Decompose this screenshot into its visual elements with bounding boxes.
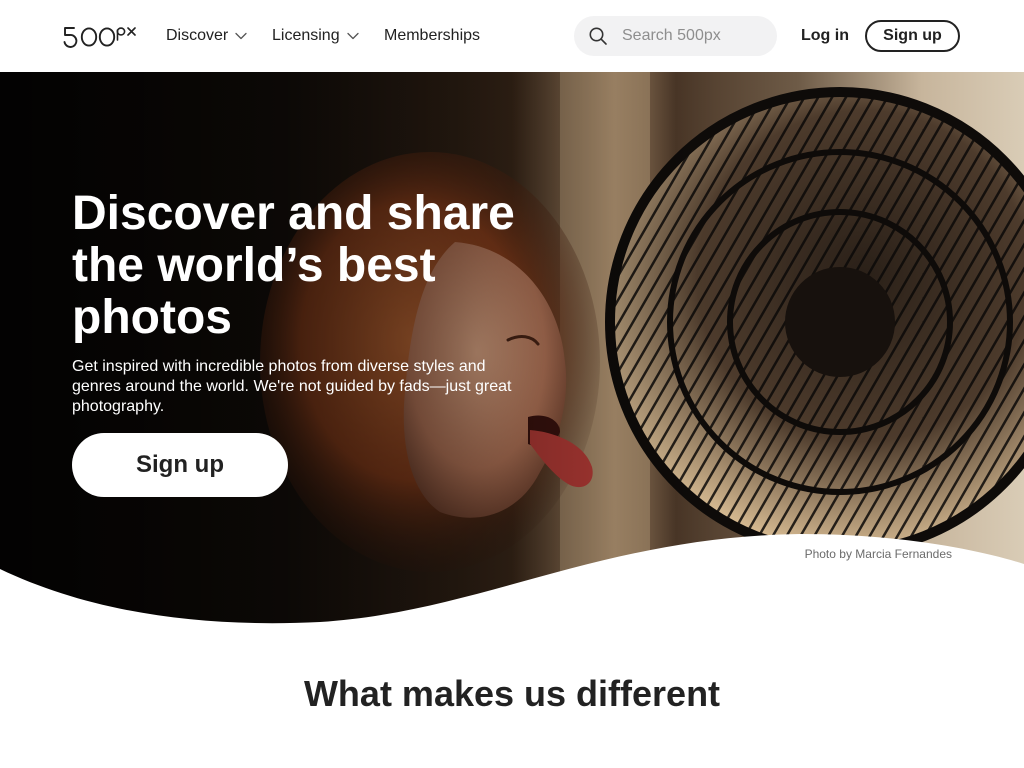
hero-subtitle: Get inspired with incredible photos from… xyxy=(72,358,512,415)
nav-memberships[interactable]: Memberships xyxy=(384,24,480,48)
nav-memberships-label: Memberships xyxy=(384,27,481,44)
signup-button-header[interactable]: Sign up xyxy=(865,20,960,52)
nav-discover[interactable]: Discover xyxy=(166,24,247,48)
photo-credit[interactable]: Photo by Marcia Fernandes xyxy=(760,547,952,561)
search-bar[interactable] xyxy=(574,16,777,56)
nav-discover-label: Discover xyxy=(166,27,229,44)
search-icon xyxy=(589,27,607,45)
chevron-down-icon xyxy=(346,32,359,40)
hero-photo xyxy=(0,72,1024,628)
logo-500px[interactable] xyxy=(63,24,137,48)
nav-licensing-label: Licensing xyxy=(272,27,340,44)
chevron-down-icon xyxy=(235,32,247,40)
nav-licensing[interactable]: Licensing xyxy=(272,24,359,48)
site-header: Discover Licensing Memberships Log in Si… xyxy=(0,0,1024,72)
login-link[interactable]: Log in xyxy=(801,24,849,48)
hero-title: Discover and share the world’s best phot… xyxy=(72,187,515,344)
hero: Discover and share the world’s best phot… xyxy=(0,72,1024,628)
signup-button-hero[interactable]: Sign up xyxy=(72,433,288,497)
section-title: What makes us different xyxy=(303,673,721,714)
search-input[interactable] xyxy=(622,16,772,56)
